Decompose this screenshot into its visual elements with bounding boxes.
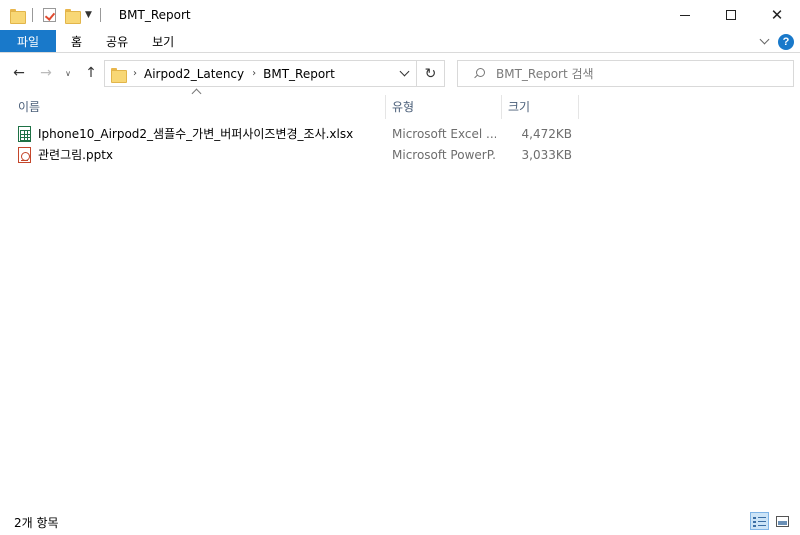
folder-icon [111, 67, 127, 83]
file-size: 3,033KB [521, 147, 572, 162]
tab-view[interactable]: 보기 [140, 30, 186, 52]
minimize-icon [680, 14, 690, 16]
file-row[interactable]: Iphone10_Airpod2_샘플수_가변_버퍼사이즈변경_조사.xlsx … [14, 123, 584, 144]
maximize-icon [726, 10, 736, 20]
tab-home[interactable]: 홈 [59, 30, 94, 52]
folder-icon[interactable] [10, 8, 26, 24]
chevron-down-icon [399, 66, 409, 77]
tab-share[interactable]: 공유 [94, 30, 140, 52]
expand-ribbon-chevron-icon[interactable] [759, 34, 770, 45]
ribbon-tabs: 파일 홈 공유 보기 ? [0, 30, 800, 53]
recent-locations-button[interactable]: ∨ [60, 64, 76, 82]
file-name[interactable]: Iphone10_Airpod2_샘플수_가변_버퍼사이즈변경_조사.xlsx [38, 123, 353, 144]
title-bar: ▼ BMT_Report ✕ [0, 0, 800, 30]
details-view-icon [753, 515, 766, 527]
breadcrumb-airpod2-latency[interactable]: Airpod2_Latency [144, 67, 244, 81]
up-button[interactable]: ↑ [80, 64, 102, 82]
powerpoint-file-icon [18, 146, 31, 163]
quick-access-divider [32, 8, 33, 22]
file-type: Microsoft Excel ... [392, 126, 496, 141]
new-folder-icon[interactable] [65, 8, 81, 24]
close-button[interactable]: ✕ [754, 0, 800, 30]
arrow-left-icon: ← [13, 65, 25, 81]
window-title: BMT_Report [118, 8, 191, 22]
file-type: Microsoft PowerP... [392, 147, 496, 162]
refresh-button[interactable]: ↻ [417, 60, 445, 87]
breadcrumb-separator-icon[interactable]: › [252, 68, 256, 79]
refresh-icon: ↻ [424, 65, 437, 82]
breadcrumb-separator-icon[interactable]: › [133, 68, 137, 79]
file-row[interactable]: 관련그림.pptx Microsoft PowerP... 3,033KB [14, 144, 584, 165]
tab-file[interactable]: 파일 [0, 30, 56, 52]
quick-access-toolbar: ▼ [0, 0, 109, 30]
maximize-button[interactable] [708, 0, 754, 30]
window-controls: ✕ [662, 0, 800, 30]
column-divider[interactable] [385, 95, 386, 119]
address-bar[interactable]: › Airpod2_Latency › BMT_Report [104, 60, 417, 87]
search-input[interactable] [496, 66, 776, 81]
status-item-count: 2개 항목 [14, 516, 59, 530]
help-icon[interactable]: ? [778, 33, 794, 50]
file-name[interactable]: 관련그림.pptx [38, 144, 113, 165]
minimize-button[interactable] [662, 0, 708, 30]
arrow-up-icon: ↑ [85, 65, 97, 81]
large-icons-view-button[interactable] [773, 512, 792, 530]
arrow-right-icon: → [40, 65, 52, 81]
navigation-bar: ← → ∨ ↑ › Airpod2_Latency › BMT_Report ↻ [0, 55, 800, 91]
column-header-size[interactable]: 크기 [508, 93, 578, 119]
details-view-button[interactable] [750, 512, 769, 530]
column-header-type[interactable]: 유형 [392, 93, 500, 119]
file-size: 4,472KB [521, 126, 572, 141]
breadcrumb-bmt-report[interactable]: BMT_Report [263, 67, 335, 81]
forward-button[interactable]: → [35, 64, 57, 82]
address-history-dropdown[interactable] [392, 61, 416, 86]
search-box[interactable] [457, 60, 794, 87]
chevron-down-icon: ∨ [65, 68, 71, 78]
view-switcher [750, 512, 792, 530]
close-icon: ✕ [770, 5, 784, 24]
customize-dropdown-icon[interactable]: ▼ [85, 10, 92, 20]
properties-icon[interactable] [43, 8, 56, 22]
large-icons-view-icon [776, 515, 789, 527]
ribbon-right-controls: ? [759, 30, 794, 53]
excel-file-icon [18, 125, 31, 142]
search-icon [473, 68, 485, 79]
column-divider[interactable] [578, 95, 579, 119]
back-button[interactable]: ← [8, 64, 30, 82]
column-divider[interactable] [501, 95, 502, 119]
column-header-name[interactable]: 이름 [18, 93, 384, 119]
quick-access-divider [99, 8, 101, 22]
